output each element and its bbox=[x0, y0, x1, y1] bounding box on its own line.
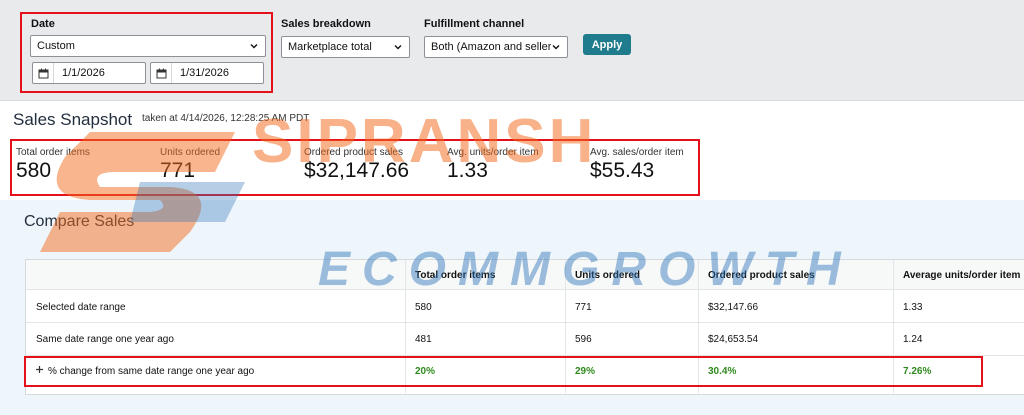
sales-breakdown-select[interactable]: Marketplace total bbox=[281, 36, 410, 58]
column-header: Average units/order item bbox=[903, 270, 1021, 281]
table-cell: $32,147.66 bbox=[708, 302, 759, 313]
percent-change-highlight-box bbox=[24, 356, 983, 387]
watermark-text: ECOMMGROWTH bbox=[318, 243, 853, 296]
row-divider bbox=[26, 322, 1024, 323]
sales-breakdown-value: Marketplace total bbox=[288, 41, 372, 53]
date-highlight-box bbox=[20, 12, 273, 93]
table-cell: 1.24 bbox=[903, 334, 923, 345]
table-cell: $24,653.54 bbox=[708, 334, 759, 345]
row-label: Selected date range bbox=[36, 302, 126, 313]
fulfillment-channel-value: Both (Amazon and seller) bbox=[431, 41, 551, 53]
watermark-logo-icon bbox=[20, 112, 250, 262]
row-label: Same date range one year ago bbox=[36, 334, 174, 345]
chevron-down-icon bbox=[551, 42, 561, 52]
chevron-down-icon bbox=[393, 42, 403, 52]
table-cell: 1.33 bbox=[903, 302, 923, 313]
table-cell: 580 bbox=[415, 302, 432, 313]
fulfillment-channel-label: Fulfillment channel bbox=[424, 18, 525, 30]
sales-breakdown-label: Sales breakdown bbox=[281, 18, 371, 30]
fulfillment-channel-select[interactable]: Both (Amazon and seller) bbox=[424, 36, 568, 58]
table-cell: 596 bbox=[575, 334, 592, 345]
table-cell: 771 bbox=[575, 302, 592, 313]
watermark-text: SIPRANSH bbox=[252, 107, 597, 176]
apply-button[interactable]: Apply bbox=[583, 34, 631, 55]
table-cell: 481 bbox=[415, 334, 432, 345]
